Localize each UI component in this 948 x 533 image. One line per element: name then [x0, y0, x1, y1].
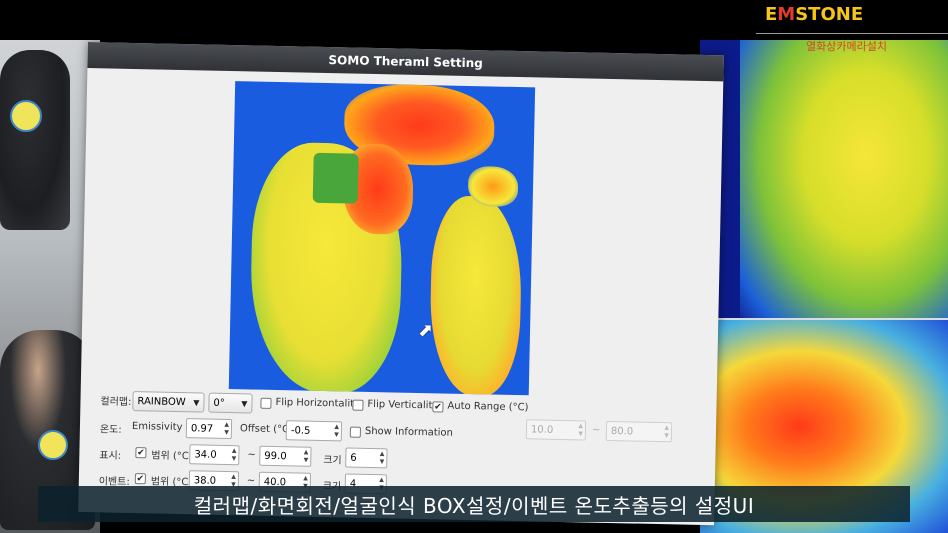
dialog-title: SOMO Theraml Setting: [328, 53, 483, 71]
spin-arrows-icon: ▲▼: [224, 420, 230, 437]
flip-vertical-checkbox[interactable]: [352, 399, 364, 411]
colormap-select[interactable]: RAINBOW ▼: [132, 391, 205, 413]
colormap-select-value: RAINBOW: [137, 395, 186, 408]
chevron-down-icon: ▼: [241, 398, 248, 408]
spin-arrows-icon: ▲▼: [379, 450, 385, 466]
brand-logo-suffix: STONE: [795, 4, 864, 25]
display-range-separator: ~: [247, 449, 256, 461]
caption-text: 컬러맵/화면회전/얼굴인식 BOX설정/이벤트 온도추출등의 설정UI: [193, 493, 755, 518]
auto-range-min-value: 10.0: [530, 423, 554, 436]
display-range-label: 범위 (°C): [151, 450, 193, 463]
thermal-setting-dialog: SOMO Theraml Setting 컬러맵: RAINBOW ▼ 0° ▼…: [78, 42, 724, 526]
offset-spinbox[interactable]: -0.5 ▲ ▼: [285, 420, 343, 442]
background-thermal-top: [740, 40, 948, 330]
brand-logo: EMSTONE: [765, 4, 863, 25]
auto-range-label: Auto Range (°C): [447, 400, 529, 414]
background-badge-bottom: [38, 430, 68, 460]
chevron-down-icon: ▼: [193, 397, 200, 407]
flip-horizontal-label: Flip Horizontality: [275, 397, 361, 410]
display-max-spinbox[interactable]: 99.0 ▲ ▼: [259, 445, 312, 467]
brand-logo-accent: M: [777, 4, 796, 25]
emissivity-value: 0.97: [190, 422, 214, 435]
spin-arrows-icon: ▲▼: [231, 447, 237, 463]
thermal-hot-spot: [467, 165, 519, 208]
display-max-value: 99.0: [264, 450, 287, 462]
flip-horizontal-checkbox[interactable]: [260, 397, 272, 409]
thermal-second-person: [428, 195, 523, 396]
auto-range-max-value: 80.0: [610, 425, 634, 438]
display-range-checkbox[interactable]: [135, 447, 147, 459]
spin-arrows-icon: ▲▼: [334, 423, 340, 439]
offset-value: -0.5: [290, 424, 311, 437]
auto-range-separator: ~: [591, 424, 601, 436]
caption-bar: 컬러맵/화면회전/얼굴인식 BOX설정/이벤트 온도추출등의 설정UI: [38, 486, 910, 522]
spin-arrows-icon: ▲▼: [303, 448, 309, 464]
rotation-select-value: 0°: [213, 397, 225, 409]
auto-range-max-spinbox[interactable]: 80.0 ▲ ▼: [605, 420, 673, 443]
background-monitor-right: [700, 40, 948, 533]
event-range-checkbox[interactable]: [134, 473, 146, 485]
event-range-separator: ~: [246, 475, 256, 487]
temperature-label: 온도:: [99, 424, 122, 436]
auto-range-min-spinbox[interactable]: 10.0 ▲ ▼: [525, 419, 587, 441]
brand-logo-prefix: E: [765, 4, 778, 25]
display-min-spinbox[interactable]: 34.0 ▲ ▼: [189, 444, 240, 466]
thermal-image-view[interactable]: [228, 81, 536, 396]
background-badge-top: [10, 100, 42, 132]
mouse-cursor-icon: ⬈: [418, 320, 434, 341]
event-min-value: 38.0: [193, 474, 217, 487]
thermal-cool-patch: [312, 152, 359, 204]
rotation-select[interactable]: 0° ▼: [208, 392, 253, 414]
display-min-value: 34.0: [194, 448, 217, 461]
emissivity-spinbox[interactable]: 0.97 ▲ ▼: [185, 418, 233, 440]
display-size-value: 6: [350, 452, 357, 464]
colormap-label: 컬러맵:: [100, 396, 132, 408]
spin-arrows-icon: ▲▼: [578, 422, 584, 438]
brand-subtitle: 열화상카메라설치: [806, 40, 887, 53]
spin-arrows-icon: ▲▼: [664, 424, 670, 440]
display-label: 표시:: [99, 450, 122, 462]
display-size-spinbox[interactable]: 6 ▲ ▼: [345, 447, 388, 469]
display-size-label: 크기: [323, 455, 342, 467]
video-frame: SOMO Theraml Setting 컬러맵: RAINBOW ▼ 0° ▼…: [0, 0, 948, 533]
dialog-titlebar[interactable]: SOMO Theraml Setting: [87, 42, 724, 82]
flip-vertical-label: Flip Verticality: [367, 398, 439, 412]
background-person-top: [0, 50, 70, 230]
brand-divider: [756, 33, 948, 34]
show-information-label: Show Information: [364, 425, 454, 439]
auto-range-checkbox[interactable]: [432, 401, 444, 413]
show-information-checkbox[interactable]: [349, 426, 362, 438]
